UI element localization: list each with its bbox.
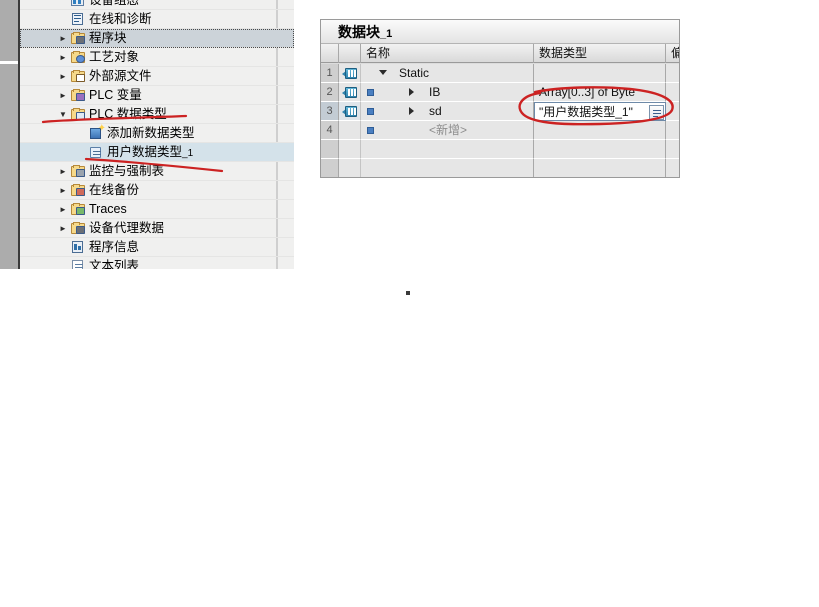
underline-user-data-type-1 (84, 157, 224, 173)
red-annotation-layer (41, 86, 674, 173)
stray-dot-artifact (406, 291, 410, 295)
screenshot-root: 设备组态 在线和诊断 ► 程序块 ► 工艺对象 ► 外部源文件 ► PLC 变量 ▼ PLC 数据类型… (0, 0, 819, 607)
underline-plc-data-types (41, 114, 188, 124)
circle-data-type-cell (518, 86, 674, 126)
